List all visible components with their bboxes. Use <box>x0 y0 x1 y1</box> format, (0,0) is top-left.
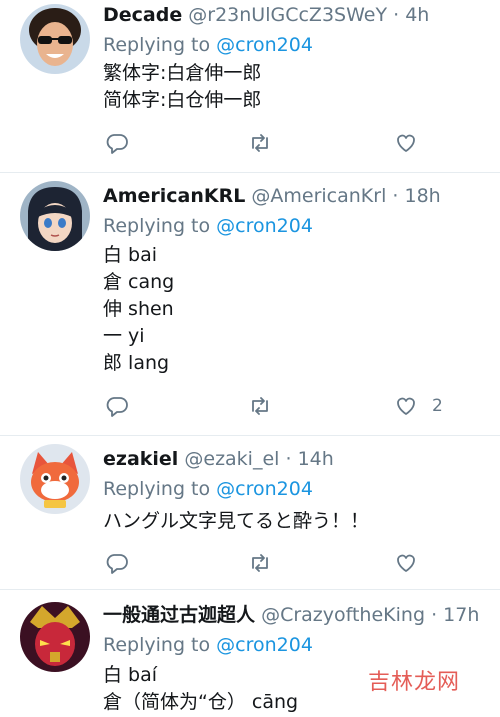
timestamp[interactable]: 17h <box>443 604 479 626</box>
tweet-line: 伸 shen <box>103 298 174 320</box>
watermark-logo: 吉林龙网 <box>367 670 460 695</box>
display-name[interactable]: AmericanKRL <box>103 185 245 207</box>
retweet-icon <box>252 554 268 572</box>
retweet-button[interactable] <box>248 391 272 421</box>
tweet-actions: 2 <box>103 391 483 421</box>
retweet-button[interactable] <box>248 548 272 578</box>
tweet-line: 倉 cang <box>103 271 175 293</box>
like-icon <box>397 134 415 152</box>
tweet-line: 一 yi <box>103 325 145 347</box>
avatar-image <box>20 602 90 672</box>
user-handle[interactable]: @r23nUlGCcZ3SWeY <box>188 4 387 26</box>
avatar[interactable] <box>20 4 90 74</box>
display-name[interactable]: Decade <box>103 4 182 26</box>
replying-prefix: Replying to <box>103 634 217 656</box>
tweet-line: 繁体字:白倉伸一郎 <box>103 62 262 84</box>
like-button[interactable]: 2 <box>394 391 443 421</box>
tweet-actions <box>103 128 483 158</box>
user-handle[interactable]: @ezaki_el <box>184 448 279 470</box>
mention-link[interactable]: @cron204 <box>216 215 313 237</box>
tweet-header: AmericanKRL @AmericanKrl · 18h <box>103 183 490 209</box>
like-icon <box>397 397 415 415</box>
timestamp[interactable]: 4h <box>405 4 429 26</box>
avatar[interactable] <box>20 444 90 514</box>
like-icon <box>397 554 415 572</box>
like-count: 2 <box>432 396 443 416</box>
reply-icon <box>106 554 128 574</box>
mention-link[interactable]: @cron204 <box>216 478 313 500</box>
tweet-line: 郎 lang <box>103 352 170 374</box>
tweet[interactable]: 一般通过古迦超人 @CrazyoftheKing · 17h Replying … <box>0 590 500 717</box>
separator: · <box>285 448 292 470</box>
user-handle[interactable]: @CrazyoftheKing <box>261 604 425 626</box>
timestamp[interactable]: 14h <box>298 448 334 470</box>
tweet-header: ezakiel @ezaki_el · 14h <box>103 446 490 472</box>
tweet-text: 繁体字:白倉伸一郎 简体字:白仓伸一郎 <box>103 60 490 114</box>
reply-button[interactable] <box>105 128 129 158</box>
separator: · <box>431 604 438 626</box>
tweet-header: Decade @r23nUlGCcZ3SWeY · 4h <box>103 2 490 28</box>
mention-link[interactable]: @cron204 <box>216 34 313 56</box>
tweet-line: 白 bai <box>103 244 158 266</box>
tweet-line: 简体字:白仓伸一郎 <box>103 89 262 111</box>
reply-button[interactable] <box>105 548 129 578</box>
like-button[interactable] <box>394 128 432 158</box>
user-handle[interactable]: @AmericanKrl <box>251 185 386 207</box>
separator: · <box>393 4 400 26</box>
reply-icon <box>106 397 128 417</box>
replying-to: Replying to @cron204 <box>103 32 313 58</box>
timestamp[interactable]: 18h <box>405 185 441 207</box>
reply-icon <box>106 134 128 154</box>
retweet-button[interactable] <box>248 128 272 158</box>
replying-to: Replying to @cron204 <box>103 476 313 502</box>
replying-prefix: Replying to <box>103 215 217 237</box>
avatar-image <box>20 181 90 251</box>
display-name[interactable]: ezakiel <box>103 448 178 470</box>
tweet-text: 白 bai 倉 cang 伸 shen 一 yi 郎 lang <box>103 242 490 377</box>
tweet-line: ハングル文字見てると酔う！！ <box>103 510 370 532</box>
display-name[interactable]: 一般通过古迦超人 <box>103 604 255 626</box>
replying-to: Replying to @cron204 <box>103 632 313 658</box>
reply-button[interactable] <box>105 391 129 421</box>
avatar-image <box>20 4 90 74</box>
retweet-icon <box>252 397 268 415</box>
tweet-actions <box>103 548 483 578</box>
replying-to: Replying to @cron204 <box>103 213 313 239</box>
replying-prefix: Replying to <box>103 34 217 56</box>
tweet-header: 一般通过古迦超人 @CrazyoftheKing · 17h <box>103 602 490 628</box>
avatar[interactable] <box>20 602 90 672</box>
avatar-image <box>20 444 90 514</box>
mention-link[interactable]: @cron204 <box>216 634 313 656</box>
like-button[interactable] <box>394 548 432 578</box>
replying-prefix: Replying to <box>103 478 217 500</box>
tweet[interactable]: Decade @r23nUlGCcZ3SWeY · 4h Replying to… <box>0 0 500 172</box>
tweet[interactable]: ezakiel @ezaki_el · 14h Replying to @cro… <box>0 436 500 589</box>
separator: · <box>392 185 399 207</box>
retweet-icon <box>252 134 268 152</box>
avatar[interactable] <box>20 181 90 251</box>
tweet-text: ハングル文字見てると酔う！！ <box>103 508 490 535</box>
tweet[interactable]: AmericanKRL @AmericanKrl · 18h Replying … <box>0 173 500 435</box>
